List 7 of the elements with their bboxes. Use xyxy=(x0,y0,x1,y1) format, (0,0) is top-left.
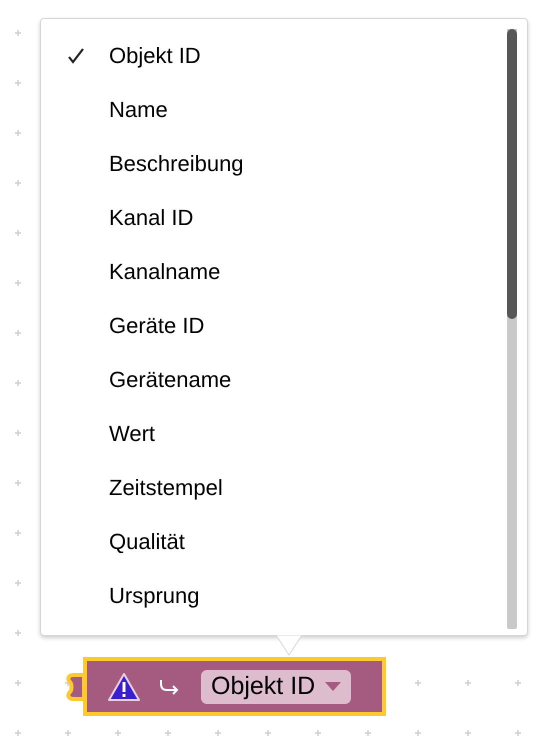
field-dropdown[interactable]: Objekt ID xyxy=(201,670,352,704)
puzzle-tab-icon xyxy=(66,672,84,700)
return-arrow-icon xyxy=(159,678,181,696)
warning-icon xyxy=(107,672,141,702)
code-block[interactable]: Objekt ID xyxy=(83,657,386,716)
scrollbar-thumb[interactable] xyxy=(507,29,517,319)
caret-icon xyxy=(325,682,342,691)
